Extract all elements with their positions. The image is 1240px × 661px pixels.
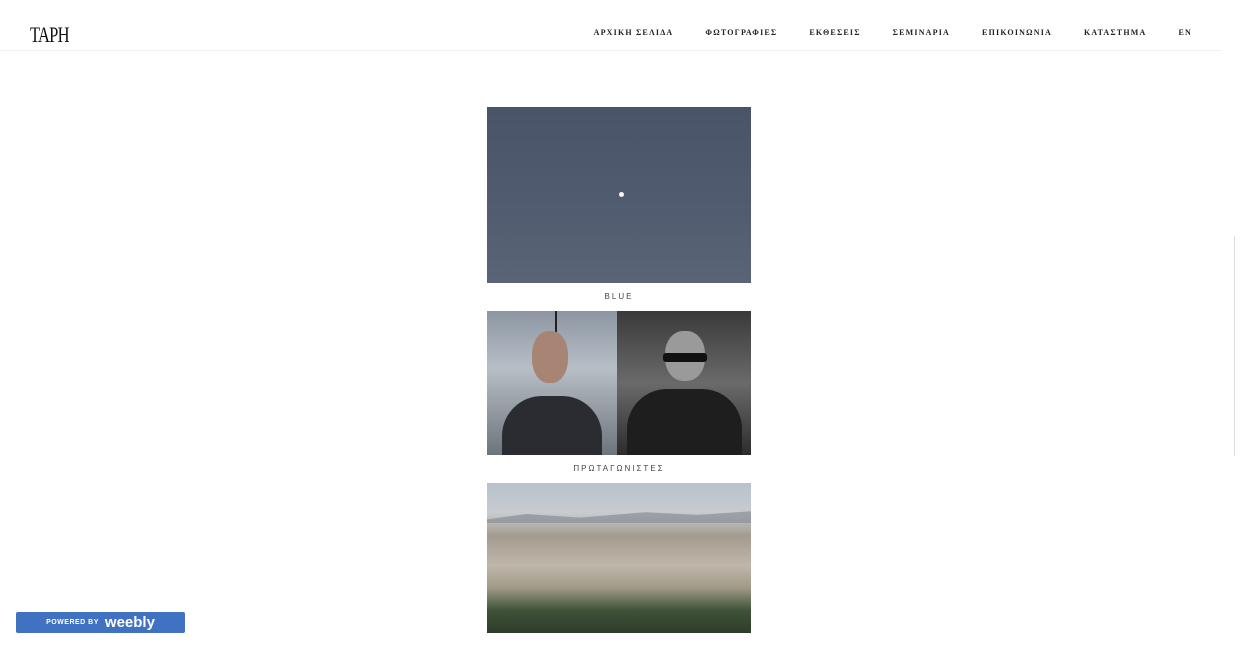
gallery-caption[interactable]: ΠΡΩΤΑΓΩΝΙΣΤΕΣ bbox=[487, 464, 751, 474]
main-nav: ΑΡΧΙΚΗ ΣΕΛΙΔΑ ΦΩΤΟΓΡΑΦΙΕΣ ΕΚΘΕΣΕΙΣ ΣΕΜΙΝ… bbox=[562, 28, 1192, 37]
scrollbar[interactable] bbox=[1234, 236, 1235, 456]
city-hills bbox=[487, 511, 751, 523]
photo-blue[interactable] bbox=[487, 107, 751, 283]
powered-by-label: POWERED BY bbox=[46, 619, 99, 626]
photo-city[interactable] bbox=[487, 483, 751, 633]
nav-store[interactable]: ΚΑΤΑΣΤΗΜΑ bbox=[1084, 28, 1146, 37]
photo-gallery: BLUE ΠΡΩΤΑΓΩΝΙΣΤΕΣ bbox=[487, 107, 751, 661]
site-logo[interactable]: TAPH bbox=[30, 22, 70, 48]
gallery-caption[interactable] bbox=[487, 642, 751, 652]
gallery-caption[interactable]: BLUE bbox=[487, 292, 751, 302]
photo-protagonists[interactable] bbox=[487, 311, 751, 455]
portrait-left bbox=[487, 311, 617, 455]
nav-seminars[interactable]: ΣΕΜΙΝΑΡΙΑ bbox=[893, 28, 950, 37]
weebly-logo: weebly bbox=[104, 614, 155, 631]
gallery-item[interactable]: BLUE bbox=[487, 107, 751, 302]
nav-home[interactable]: ΑΡΧΙΚΗ ΣΕΛΙΔΑ bbox=[594, 28, 674, 37]
nav-contact[interactable]: ΕΠΙΚΟΙΝΩΝΙΑ bbox=[982, 28, 1052, 37]
site-header: TAPH ΑΡΧΙΚΗ ΣΕΛΙΔΑ ΦΩΤΟΓΡΑΦΙΕΣ ΕΚΘΕΣΕΙΣ … bbox=[0, 10, 1222, 51]
moon-shape bbox=[619, 192, 624, 197]
portrait-right bbox=[617, 311, 751, 455]
nav-photographs[interactable]: ΦΩΤΟΓΡΑΦΙΕΣ bbox=[705, 28, 777, 37]
powered-by-weebly-badge[interactable]: POWERED BY weebly bbox=[16, 612, 185, 633]
nav-exhibitions[interactable]: ΕΚΘΕΣΕΙΣ bbox=[809, 28, 860, 37]
gallery-item[interactable]: ΠΡΩΤΑΓΩΝΙΣΤΕΣ bbox=[487, 311, 751, 474]
nav-language-en[interactable]: EN bbox=[1178, 28, 1192, 37]
gallery-item[interactable] bbox=[487, 483, 751, 652]
